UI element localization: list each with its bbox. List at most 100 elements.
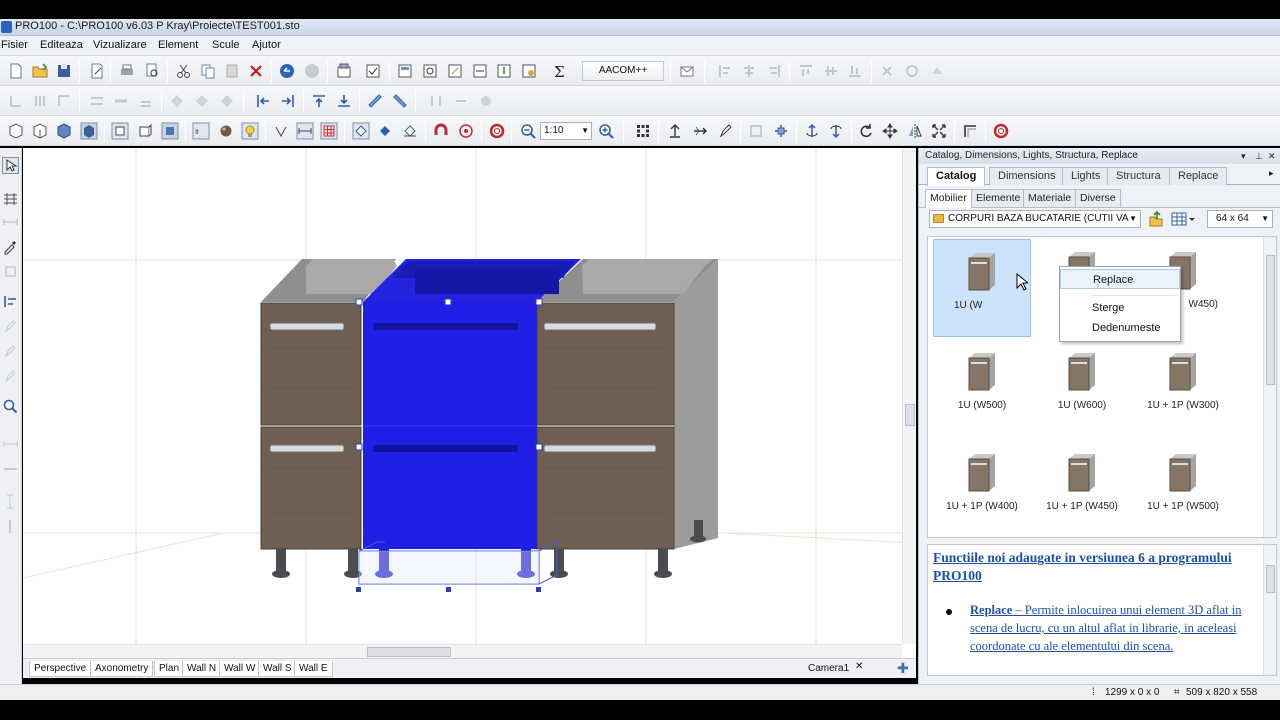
dimension-tool-icon[interactable] [272, 122, 290, 140]
print-preview-icon[interactable] [143, 62, 161, 80]
zoom-in-icon[interactable] [597, 122, 615, 140]
catalog-item[interactable]: 1U (W500) [933, 340, 1031, 438]
mirror-icon[interactable] [906, 122, 924, 140]
add-camera-icon[interactable]: ✚ [897, 660, 909, 677]
magnet-icon[interactable] [432, 122, 450, 140]
light-bulb-icon[interactable] [241, 122, 259, 140]
target-icon[interactable] [457, 122, 475, 140]
menu-element[interactable]: Element [158, 39, 198, 51]
aacom-button[interactable]: AACOM++ [582, 61, 664, 81]
tab-wall-w[interactable]: Wall W [219, 661, 261, 677]
open-folder-icon[interactable] [31, 62, 49, 80]
info-scrollbar[interactable] [1263, 545, 1276, 675]
viewport-vertical-scrollbar[interactable] [902, 148, 916, 644]
subtab-diverse[interactable]: Diverse [1075, 189, 1121, 207]
align-tool-icon[interactable] [2, 293, 19, 310]
zoom-out-icon[interactable] [519, 122, 537, 140]
snap-bottom-icon[interactable] [335, 92, 353, 110]
undo-icon[interactable] [278, 62, 296, 80]
view-shaded-icon[interactable] [80, 122, 98, 140]
move-cross-icon[interactable] [881, 122, 899, 140]
sum-icon[interactable]: Σ [550, 62, 568, 80]
grid-icon[interactable] [320, 122, 338, 140]
tab-wall-n[interactable]: Wall N [182, 661, 222, 677]
tab-replace[interactable]: Replace [1169, 167, 1228, 185]
texture-icon[interactable]: ª [192, 122, 210, 140]
tab-axonometry[interactable]: Axonometry [90, 661, 154, 677]
snap-edge-icon[interactable] [376, 122, 394, 140]
rotate-y-icon[interactable] [827, 122, 845, 140]
dock-icon[interactable]: ⊥ [1255, 148, 1263, 164]
subtab-mobilier[interactable]: Mobilier [925, 189, 972, 208]
catalog-item[interactable]: 1U + 1P (W400) [933, 441, 1031, 537]
move-up-icon[interactable] [666, 122, 684, 140]
export-icon[interactable] [495, 62, 513, 80]
select-all-icon[interactable] [634, 122, 652, 140]
scene-render[interactable] [23, 148, 916, 658]
render-wire-icon[interactable] [111, 122, 129, 140]
measure-icon[interactable] [366, 92, 384, 110]
view-side-icon[interactable] [31, 122, 49, 140]
rotate-x-icon[interactable] [803, 122, 821, 140]
tab-plan[interactable]: Plan [154, 661, 185, 677]
tab-catalog[interactable]: Catalog [927, 167, 986, 186]
tab-camera[interactable]: Camera1 [808, 661, 849, 677]
category-select[interactable]: CORPURI BAZA BUCATARIE (CUTII VA ▼ [929, 210, 1141, 228]
tab-dimensions[interactable]: Dimensions [989, 167, 1065, 185]
fit-view-icon[interactable] [930, 122, 948, 140]
catalog-item[interactable]: 1U + 1P (W500) [1134, 441, 1232, 537]
snap-top-icon[interactable] [310, 92, 328, 110]
catalog-item[interactable]: 1U + 1P (W300) [1134, 340, 1232, 438]
properties-icon[interactable] [88, 62, 106, 80]
material-sphere-icon[interactable] [217, 122, 235, 140]
3d-viewport[interactable] [23, 148, 916, 658]
pin-icon[interactable]: ▾ [1241, 148, 1246, 164]
tab-perspective[interactable]: Perspective [29, 661, 92, 677]
close-icon[interactable]: ✕ [855, 661, 863, 672]
thumb-size-select[interactable]: 64 x 64 ▼ [1207, 210, 1273, 228]
catalog-item[interactable]: 1U + 1P (W450) [1033, 441, 1131, 537]
tab-lights[interactable]: Lights [1062, 167, 1110, 185]
cut-icon[interactable] [175, 62, 193, 80]
context-menu-replace[interactable]: Replace [1060, 269, 1180, 289]
lifebuoy-icon[interactable] [488, 122, 506, 140]
info-heading[interactable]: Functiile noi adaugate in versiunea 6 a … [933, 549, 1243, 585]
menu-ajutor[interactable]: Ajutor [252, 39, 281, 51]
wall-tool-icon[interactable] [2, 190, 19, 207]
menu-vizualizare[interactable]: Vizualizare [93, 39, 147, 51]
pencil-icon[interactable] [716, 122, 734, 140]
pivot-icon[interactable] [772, 122, 790, 140]
catalog-item[interactable]: 1U (W600) [1033, 340, 1131, 438]
scroll-thumb[interactable] [905, 404, 915, 426]
ruler-icon[interactable] [296, 122, 314, 140]
redo-icon[interactable] [303, 62, 321, 80]
snap-left-icon[interactable] [254, 92, 272, 110]
subtab-elemente[interactable]: Elemente [971, 189, 1026, 207]
dimension-icon[interactable] [471, 62, 489, 80]
catalog-scrollbar[interactable] [1263, 237, 1276, 537]
subtab-materiale[interactable]: Materiale [1023, 189, 1077, 207]
report-icon[interactable] [396, 62, 414, 80]
folder-up-icon[interactable] [1148, 210, 1164, 228]
tab-wall-s[interactable]: Wall S [258, 661, 297, 677]
view-front-icon[interactable] [7, 122, 25, 140]
tab-structura[interactable]: Structura [1107, 167, 1170, 185]
render-color-icon[interactable] [161, 122, 179, 140]
info-bullet-title[interactable]: Replace [970, 603, 1012, 617]
copy-icon[interactable] [199, 62, 217, 80]
info-bullet[interactable]: Replace – Permite inlocuirea unui elemen… [970, 601, 1242, 655]
paste-icon[interactable] [223, 62, 241, 80]
scroll-thumb[interactable] [1266, 565, 1275, 593]
library-icon[interactable] [335, 62, 353, 80]
pointer-icon[interactable] [2, 157, 19, 174]
move-tool-icon[interactable] [691, 122, 709, 140]
print-icon[interactable] [118, 62, 136, 80]
context-menu-sterge[interactable]: Sterge [1060, 298, 1180, 318]
snap-right-icon[interactable] [279, 92, 297, 110]
menu-scule[interactable]: Scule [212, 39, 240, 51]
menu-fisier[interactable]: Fisier [1, 39, 28, 51]
mail-icon[interactable] [678, 62, 696, 80]
context-menu-dedenumeste[interactable]: Dedenumeste [1060, 318, 1180, 338]
checklist-icon[interactable] [364, 62, 382, 80]
edit-report-icon[interactable] [446, 62, 464, 80]
